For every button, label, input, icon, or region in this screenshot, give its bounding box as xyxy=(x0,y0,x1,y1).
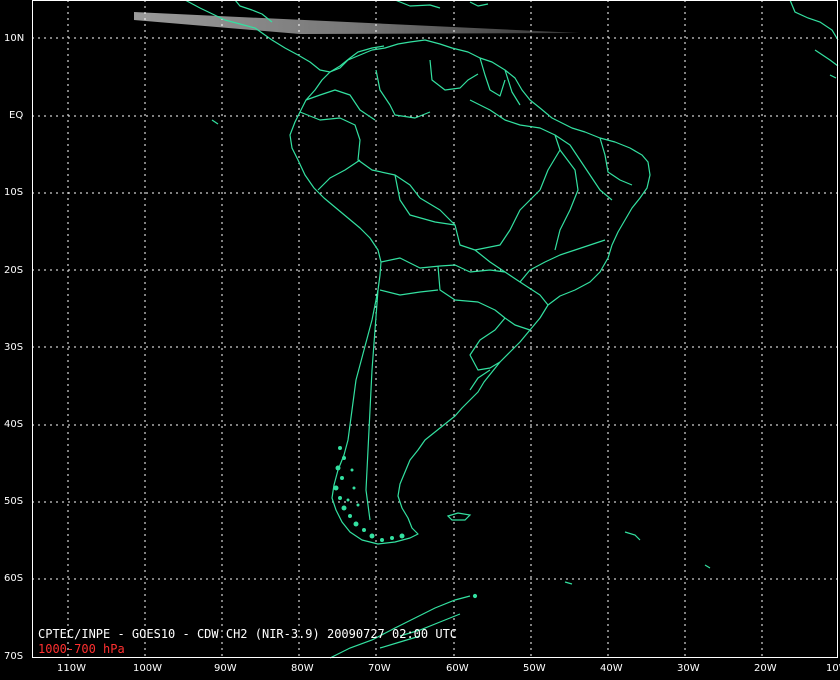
satellite-map-panel: 10N EQ 10S 20S 30S 40S 50S 60S 70S 110W … xyxy=(0,0,840,680)
map-frame xyxy=(32,0,838,658)
pressure-level-label: 1000-700 hPa xyxy=(38,642,125,656)
map-caption: CPTEC/INPE - GOES10 - CDW CH2 (NIR-3.9) … xyxy=(38,627,458,641)
